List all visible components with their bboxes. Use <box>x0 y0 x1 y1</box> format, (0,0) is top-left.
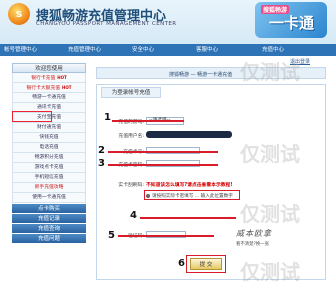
help-tutorial-link[interactable]: 不知道该怎么填写?请点击查看本示教程! <box>146 181 233 188</box>
sidebar-cat-buy[interactable]: 点卡购买 <box>12 203 86 213</box>
sidebar-head: 欢迎您使用 <box>12 63 86 73</box>
sidebar: 欢迎您使用 银行卡充值 HOT 银行卡大额充值 HOT 畅游一卡通充值 通讯卡充值 … <box>12 63 86 243</box>
step-6: 6 <box>178 258 185 269</box>
header-bar: s 搜狐畅游充值管理中心 CHANGYOU PASSPORT MANAGEMEN… <box>0 0 336 44</box>
account-value-masked <box>146 131 232 138</box>
sidebar-item-sms[interactable]: 手机短信充值 <box>12 173 86 183</box>
nav-recharge-center[interactable]: 充值管理中心 <box>68 44 101 56</box>
sidebar-item-bank-large[interactable]: 银行卡大额充值 HOT <box>12 83 86 93</box>
sidebar-item-label: 手机短信充值 <box>34 175 64 180</box>
watermark: 仅测试 <box>240 142 300 166</box>
sidebar-item-game-card[interactable]: 游戏点卡充值 <box>12 163 86 173</box>
sidebar-cat-query[interactable]: 充值查询 <box>12 223 86 233</box>
sidebar-item-guide[interactable]: 新手充值攻略 <box>12 183 86 193</box>
sidebar-item-card[interactable]: 畅游一卡通充值 <box>12 93 86 103</box>
sidebar-highlight-box <box>12 111 52 122</box>
hot-badge: HOT <box>57 75 67 80</box>
nav-account-center[interactable]: 帐号管理中心 <box>4 44 37 56</box>
top-nav: 帐号管理中心 充值管理中心 安全中心 客服中心 充值中心 <box>0 44 336 56</box>
nav-recharge[interactable]: 充值中心 <box>262 44 284 56</box>
sidebar-cat-problems[interactable]: 充值问题 <box>12 233 86 243</box>
sidebar-item-telephone[interactable]: 电话充值 <box>12 143 86 153</box>
changyou-logo: s <box>8 3 30 25</box>
step-4: 4 <box>130 210 137 221</box>
step-4-line <box>140 217 236 219</box>
sidebar-item-label: 使用一卡通充值 <box>32 195 66 200</box>
sidebar-item-label: 新手充值攻略 <box>34 185 64 190</box>
sidebar-item-label: 财付通充值 <box>37 125 61 130</box>
watermark: 仅测试 <box>240 202 300 226</box>
watermark: 仅测试 <box>240 60 300 84</box>
sidebar-item-label: 银行卡大额充值 <box>26 86 61 91</box>
nav-security[interactable]: 安全中心 <box>132 44 154 56</box>
step-1: 1 <box>104 112 111 123</box>
sidebar-item-label: 通讯卡充值 <box>37 105 61 110</box>
sidebar-item-label: 电话充值 <box>39 145 59 150</box>
sidebar-item-tenpay[interactable]: 财付通充值 <box>12 123 86 133</box>
sidebar-item-label: 畅游积分充值 <box>34 155 64 160</box>
sidebar-item-label: 畅游一卡通充值 <box>32 95 66 100</box>
hot-badge: HOT <box>62 85 72 90</box>
page-subtitle: CHANGYOU PASSPORT MANAGEMENT CENTER <box>36 21 177 27</box>
sidebar-item-points[interactable]: 畅游积分充值 <box>12 153 86 163</box>
breadcrumb-text: 搜狐畅游 — 畅游一卡通充值 <box>169 72 233 78</box>
step-3-line <box>108 164 218 166</box>
sidebar-item-label: 游戏点卡充值 <box>34 165 64 170</box>
hint-highlight-box <box>144 190 240 200</box>
sidebar-item-bank[interactable]: 银行卡充值 HOT <box>12 73 86 83</box>
sidebar-cat-records[interactable]: 充值记录 <box>12 213 86 223</box>
promo-big-text: 一卡通 <box>269 14 315 32</box>
sidebar-item-label: 快钱充值 <box>39 135 59 140</box>
nav-support[interactable]: 客服中心 <box>196 44 218 56</box>
step-2-line <box>108 151 218 153</box>
tab-login-account[interactable]: 为登录帐号充值 <box>101 87 161 98</box>
captcha-refresh-link[interactable]: 看不清楚?换一张 <box>236 241 269 247</box>
sidebar-item-label: 银行卡充值 <box>31 76 56 81</box>
sidebar-item-use-card[interactable]: 使用一卡通充值 <box>12 193 86 203</box>
captcha-image[interactable]: 威本欧拿 <box>236 228 272 240</box>
account-example-label: 实卡刮刷码: <box>118 183 144 188</box>
sidebar-item-99bill[interactable]: 快钱充值 <box>12 133 86 143</box>
account-label: 充值用户名: <box>118 134 144 139</box>
promo-banner[interactable]: 搜狐畅游 一卡通 <box>255 2 327 38</box>
watermark: 仅测试 <box>240 260 300 284</box>
step-5-line <box>118 235 214 237</box>
submit-button[interactable]: 提 交 <box>190 258 222 270</box>
step-1-line <box>112 120 184 122</box>
